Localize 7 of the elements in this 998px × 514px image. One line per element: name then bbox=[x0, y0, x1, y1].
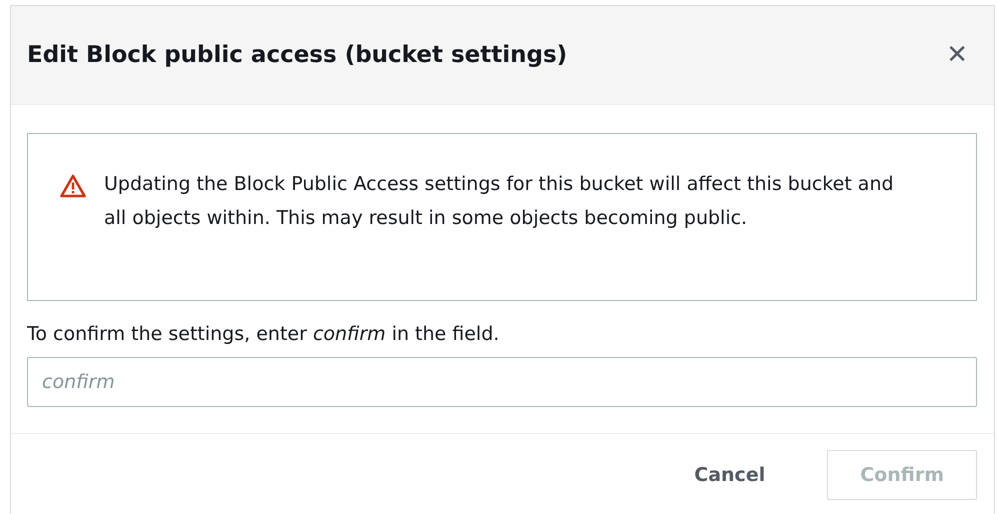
confirm-input-field[interactable]: confirm bbox=[27, 357, 977, 407]
alert-message: Updating the Block Public Access settings for this bucket will affect this bucket and all objects within. This may result in some objects becoming public. bbox=[104, 172, 895, 231]
close-button[interactable]: ✕ bbox=[940, 40, 974, 70]
dialog-title: Edit Block public access (bucket settings) bbox=[27, 42, 568, 68]
warning-icon bbox=[60, 174, 86, 198]
cancel-button[interactable]: Cancel bbox=[662, 450, 798, 500]
confirm-instruction: To confirm the settings, enter confirm in the field. bbox=[27, 323, 500, 345]
